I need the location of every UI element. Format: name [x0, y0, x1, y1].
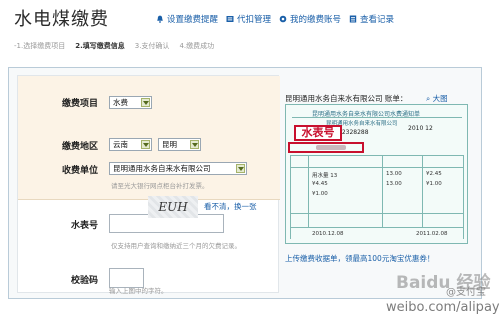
company-hint: 请至光大银行网点柜台补打发票。 [111, 182, 209, 190]
bill-cell: ¥2.45 [426, 171, 442, 177]
step-2-current: 2.填写缴费信息 [75, 42, 125, 50]
meter-label: 水表号 [70, 221, 98, 231]
alipay-watermark: @支付宝 [446, 287, 486, 298]
upload-receipt-link[interactable]: 上传缴费收据单，领最高100元淘宝优惠券！ [285, 253, 434, 264]
bill-grid-line [463, 155, 464, 239]
province-select-value: 云南 [113, 140, 128, 149]
link-label: 设置缴费提醒 [167, 15, 219, 25]
captcha-refresh-link[interactable]: 看不清，换一张 [204, 201, 257, 212]
progress-steps: -1.选择缴费项目 2.填写缴费信息 3.支付确认 4.缴费成功 [14, 41, 214, 51]
sample-bill-caption: 昆明通用水务自来水有限公司 账单： [285, 94, 408, 103]
enlarge-link[interactable]: ⌕ 大图 [426, 93, 448, 104]
captcha-hint: 输入上图中的字符。 [109, 287, 168, 295]
bill-grid-line [382, 155, 383, 227]
bill-grid-line [290, 155, 291, 239]
link-auto-debit[interactable]: 代扣管理 [226, 13, 271, 25]
payment-form: 缴费项目 水费 缴费地区 云南 昆明 收费单位 昆明通用水务自来水有限公司 请至… [17, 75, 280, 293]
link-payment-reminder[interactable]: 设置缴费提醒 [156, 13, 218, 25]
blurred-meter-value [316, 145, 346, 150]
bill-divider [292, 117, 462, 118]
step-1: -1.选择缴费项目 [14, 42, 66, 50]
bill-grid-line [290, 155, 464, 156]
item-label: 缴费项目 [61, 99, 98, 109]
bill-cell: ¥4.45 [312, 181, 328, 187]
item-select[interactable]: 水费 [109, 96, 152, 109]
bill-date: 2010 12 [408, 125, 433, 132]
enlarge-label: 大图 [432, 94, 448, 103]
bill-number: 32328288 [338, 129, 369, 136]
header: 水电煤缴费 设置缴费提醒 代扣管理 我的缴费账号 查看记录 [0, 0, 500, 36]
chevron-down-icon [141, 98, 150, 107]
link-view-records[interactable]: 查看记录 [349, 13, 394, 25]
chevron-down-icon [236, 164, 245, 173]
meter-number-callout: 水表号 [294, 125, 342, 141]
item-select-value: 水费 [113, 98, 128, 107]
city-select-value: 昆明 [162, 140, 177, 149]
link-label: 代扣管理 [237, 15, 272, 25]
bill-cell: ¥1.00 [312, 191, 328, 197]
city-select[interactable]: 昆明 [158, 138, 201, 151]
bill-end-date: 2011.02.08 [416, 231, 448, 237]
captcha-image[interactable]: EUH [148, 196, 198, 218]
page-title: 水电煤缴费 [14, 9, 109, 30]
zoom-icon: ⌕ [426, 94, 431, 103]
card-icon [226, 15, 234, 23]
bill-cell: 13.00 [386, 181, 402, 187]
step-3: 3.支付确认 [134, 42, 170, 50]
gear-icon [279, 15, 287, 23]
top-links: 设置缴费提醒 代扣管理 我的缴费账号 查看记录 [156, 13, 394, 25]
bill-due-date: 2010.12.08 [312, 231, 344, 237]
sample-bill-image: 昆明通用水务自来水有限公司水费通知单 昆明通用水务自来水有限公司 3232828… [285, 104, 468, 244]
company-label: 收费单位 [61, 166, 98, 176]
bill-grid-line [308, 155, 309, 227]
bill-grid-line [422, 155, 423, 227]
province-select[interactable]: 云南 [109, 138, 152, 151]
bill-cell: 用水量 13 [312, 173, 338, 179]
weibo-watermark: weibo.com/alipay [386, 300, 500, 315]
captcha-label: 校验码 [70, 276, 98, 286]
region-label: 缴费地区 [61, 142, 98, 152]
link-label: 查看记录 [360, 15, 395, 25]
bill-grid-line [290, 227, 464, 228]
company-select[interactable]: 昆明通用水务自来水有限公司 [109, 162, 247, 175]
step-4: 4.缴费成功 [179, 42, 215, 50]
meter-hint: 仅支持用户查询和缴纳近三个月的欠费记录。 [111, 242, 241, 250]
bill-grid-line [290, 213, 464, 214]
list-icon [349, 15, 357, 23]
chevron-down-icon [141, 140, 150, 149]
chevron-down-icon [190, 140, 199, 149]
bill-grid-line [290, 167, 464, 168]
company-select-value: 昆明通用水务自来水有限公司 [113, 164, 211, 173]
bill-cell: 13.00 [386, 171, 402, 177]
link-label: 我的缴费账号 [290, 15, 342, 25]
bell-icon [156, 15, 164, 23]
bill-cell: ¥1.00 [426, 181, 442, 187]
link-my-accounts[interactable]: 我的缴费账号 [279, 13, 341, 25]
